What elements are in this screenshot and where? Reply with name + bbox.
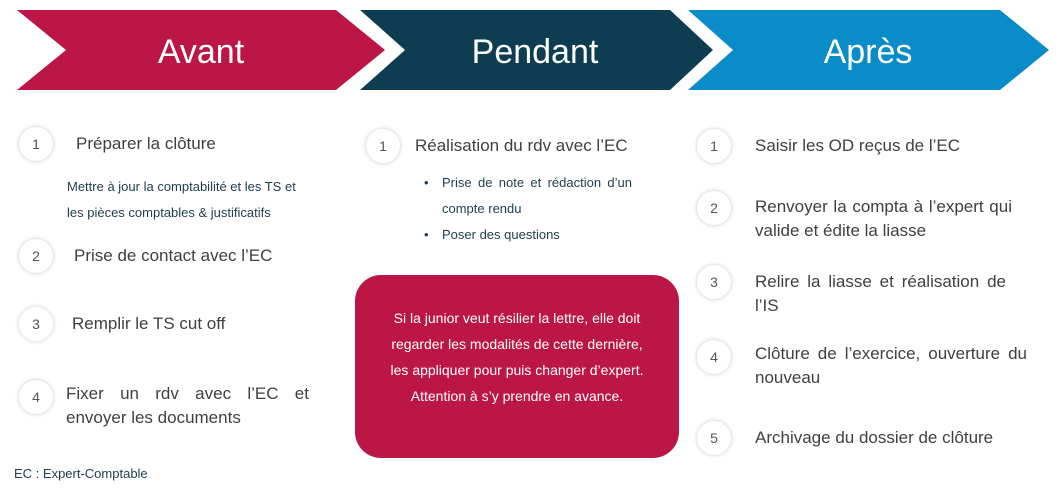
- step-number: 5: [697, 421, 731, 455]
- step-label: Renvoyer la compta à l’expert qui valide…: [755, 197, 1012, 240]
- step-number: 3: [697, 265, 731, 299]
- step-number: 4: [697, 340, 731, 374]
- footnote-legend: EC : Expert-Comptable: [14, 466, 148, 481]
- step-number: 1: [366, 129, 400, 163]
- step-number: 2: [19, 239, 53, 273]
- step-number: 2: [697, 191, 731, 225]
- step-bullet-list: Prise de note et rédaction d’un compte r…: [420, 170, 632, 248]
- step-number: 1: [19, 127, 53, 161]
- step-label: Relire la liasse et réalisation de l’IS: [755, 272, 1006, 315]
- bullet-item: Prise de note et rédaction d’un compte r…: [420, 170, 632, 222]
- step-label: Archivage du dossier de clôture: [755, 428, 994, 447]
- termination-note: Si la junior veut résilier la lettre, el…: [355, 275, 679, 458]
- step-label: Clôture de l’exercice, ouverture du nouv…: [755, 344, 1027, 387]
- bullet-item: Poser des questions: [420, 222, 632, 248]
- step-label: Réalisation du rdv avec l’EC: [415, 136, 628, 155]
- step-label: Saisir les OD reçus de l’EC: [755, 136, 961, 155]
- step-detail-line: les pièces comptables & justificatifs: [67, 205, 271, 220]
- phase-title-avant: Avant: [157, 33, 245, 71]
- step-label: Prise de contact avec l’EC: [74, 246, 273, 265]
- step-number: 1: [697, 129, 731, 163]
- step-number: 3: [19, 307, 53, 341]
- step-label: Fixer un rdv avec l’EC et envoyer les do…: [66, 384, 309, 427]
- step-detail: Mettre à jour la comptabilité et les TS …: [67, 174, 337, 226]
- step-label: Préparer la clôture: [76, 134, 216, 153]
- phase-title-apres: Après: [823, 33, 913, 71]
- step-detail-line: Mettre à jour la comptabilité et les TS …: [67, 179, 296, 194]
- phase-title-pendant: Pendant: [471, 33, 599, 71]
- step-label: Remplir le TS cut off: [72, 314, 226, 333]
- step-number: 4: [19, 380, 53, 414]
